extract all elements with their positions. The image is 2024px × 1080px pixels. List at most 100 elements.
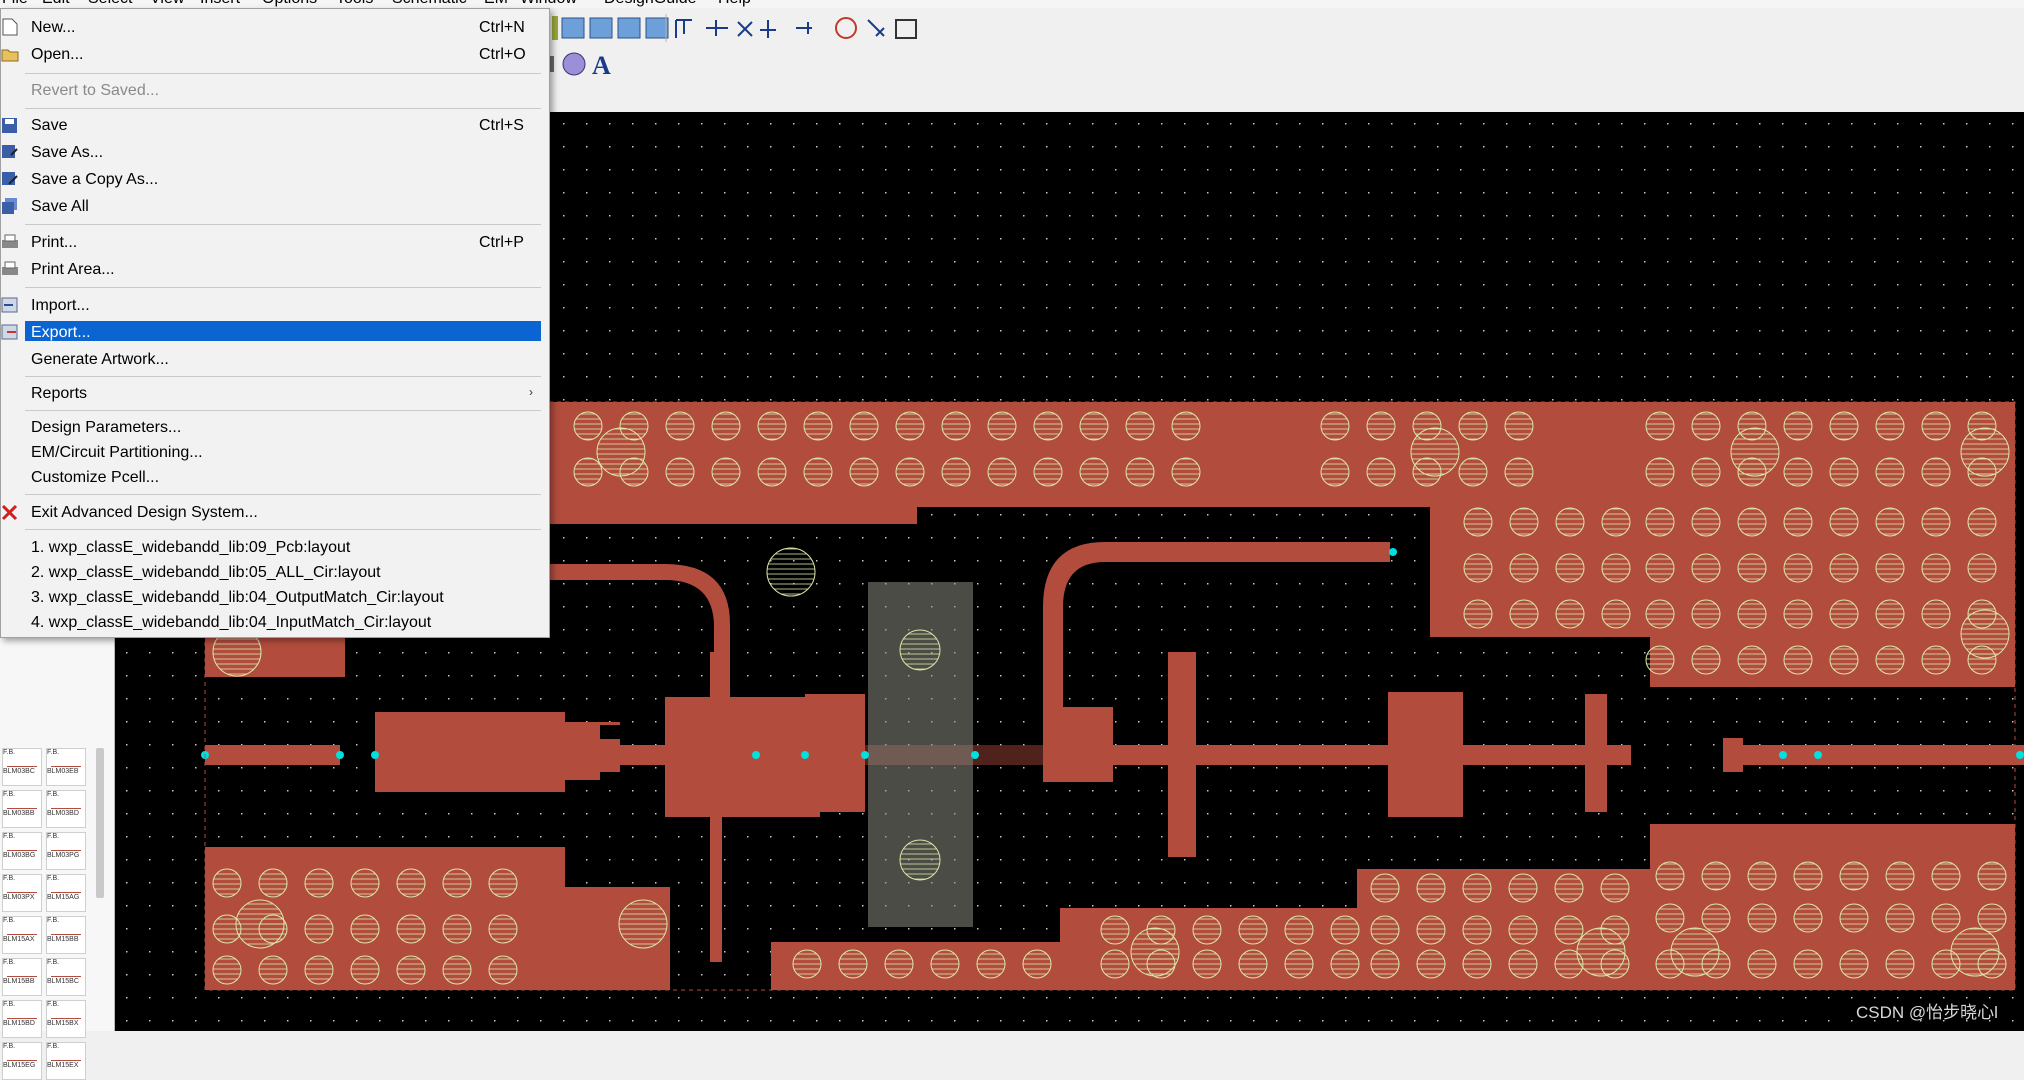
menu-item-open[interactable]: Open... Ctrl+O bbox=[1, 42, 549, 68]
menu-schematic[interactable]: Schematic bbox=[392, 0, 467, 8]
menu-em[interactable]: EM bbox=[484, 0, 508, 8]
library-item-prefix: F.B. bbox=[3, 917, 16, 924]
via-hole bbox=[1783, 553, 1813, 583]
text-tool-icon[interactable]: A bbox=[592, 51, 611, 80]
menu-insert[interactable]: Insert bbox=[200, 0, 240, 8]
menu-item-save-as[interactable]: Save As... bbox=[1, 140, 549, 166]
menu-item-recent-2[interactable]: 2. wxp_classE_widebandd_lib:05_ALL_Cir:l… bbox=[1, 560, 549, 586]
via-hole bbox=[1691, 411, 1721, 441]
library-item-symbol-icon bbox=[51, 800, 81, 809]
menu-item-design-parameters[interactable]: Design Parameters... bbox=[1, 415, 549, 441]
menu-item-reports[interactable]: Reports › bbox=[1, 381, 549, 407]
library-item[interactable]: F.B. BLM15AG bbox=[46, 874, 86, 912]
library-scrollbar[interactable] bbox=[96, 748, 104, 898]
library-item-symbol-icon bbox=[7, 758, 37, 767]
menu-item-save-copy[interactable]: Save a Copy As... bbox=[1, 167, 549, 193]
import-icon bbox=[1, 297, 18, 313]
menu-item-save[interactable]: Save Ctrl+S bbox=[1, 113, 549, 139]
library-item-symbol-icon bbox=[51, 758, 81, 767]
library-item[interactable]: F.B. BLM15EG bbox=[2, 1042, 42, 1080]
library-item[interactable]: F.B. BLM03BB bbox=[2, 790, 42, 828]
menu-item-label: EM/Circuit Partitioning... bbox=[31, 444, 203, 461]
menu-item-import[interactable]: Import... bbox=[1, 293, 549, 319]
menu-item-em-partitioning[interactable]: EM/Circuit Partitioning... bbox=[1, 440, 549, 466]
library-item[interactable]: F.B. BLM15AX bbox=[2, 916, 42, 954]
via-hole bbox=[711, 411, 741, 441]
via-hole bbox=[1508, 873, 1538, 903]
via-hole bbox=[1100, 915, 1130, 945]
via-hole bbox=[976, 949, 1006, 979]
via-hole bbox=[1670, 927, 1720, 977]
library-item-symbol-icon bbox=[7, 968, 37, 977]
via-hole bbox=[1691, 645, 1721, 675]
library-item[interactable]: F.B. BLM03BC bbox=[2, 748, 42, 786]
library-item[interactable]: F.B. BLM15BD bbox=[2, 1000, 42, 1038]
library-item[interactable]: F.B. BLM15BX bbox=[46, 1000, 86, 1038]
via-hole bbox=[1829, 599, 1859, 629]
via-hole bbox=[1701, 861, 1731, 891]
library-item-label: BLM03BB bbox=[3, 810, 35, 817]
library-item[interactable]: F.B. BLM03BD bbox=[46, 790, 86, 828]
menu-item-new[interactable]: New... Ctrl+N bbox=[1, 15, 549, 41]
menu-file[interactable]: File bbox=[2, 0, 28, 8]
print-area-icon bbox=[2, 261, 18, 275]
library-item[interactable]: F.B. BLM03PG bbox=[46, 832, 86, 870]
menu-item-recent-3[interactable]: 3. wxp_classE_widebandd_lib:04_OutputMat… bbox=[1, 585, 549, 611]
library-item[interactable]: F.B. BLM03BG bbox=[2, 832, 42, 870]
via-hole bbox=[442, 914, 472, 944]
via-hole bbox=[1284, 949, 1314, 979]
via-hole bbox=[396, 955, 426, 985]
library-item[interactable]: F.B. BLM15EX bbox=[46, 1042, 86, 1080]
menu-window[interactable]: Window bbox=[520, 0, 577, 8]
library-item-symbol-icon bbox=[51, 968, 81, 977]
via-hole bbox=[757, 411, 787, 441]
via-hole bbox=[1555, 599, 1585, 629]
library-item-symbol-icon bbox=[51, 1052, 81, 1061]
via-hole bbox=[1875, 553, 1905, 583]
via-hole bbox=[1645, 599, 1675, 629]
via-hole bbox=[1793, 903, 1823, 933]
via-hole bbox=[304, 914, 334, 944]
menu-item-export[interactable]: Export... bbox=[1, 320, 549, 346]
menu-view[interactable]: View bbox=[150, 0, 184, 8]
library-item[interactable]: F.B. BLM15BC bbox=[46, 958, 86, 996]
library-item-label: BLM15BC bbox=[47, 978, 79, 985]
toolbar-icon-group-2[interactable] bbox=[675, 17, 917, 39]
menu-item-label: New... bbox=[31, 19, 76, 36]
menu-designguide[interactable]: DesignGuide bbox=[604, 0, 697, 8]
menu-options[interactable]: Options bbox=[262, 0, 317, 8]
via-hole bbox=[1366, 411, 1396, 441]
menu-item-exit[interactable]: Exit Advanced Design System... bbox=[1, 500, 549, 526]
menu-item-recent-1[interactable]: 1. wxp_classE_widebandd_lib:09_Pcb:layou… bbox=[1, 535, 549, 561]
library-item[interactable]: F.B. BLM15BB bbox=[2, 958, 42, 996]
via-hole bbox=[573, 457, 603, 487]
via-hole bbox=[1125, 411, 1155, 441]
library-item[interactable]: F.B. BLM03PX bbox=[2, 874, 42, 912]
menu-item-generate-artwork[interactable]: Generate Artwork... bbox=[1, 347, 549, 373]
via-hole bbox=[987, 411, 1017, 441]
menu-select[interactable]: Select bbox=[88, 0, 132, 8]
circle-tool-icon[interactable] bbox=[562, 52, 586, 76]
toolbar-icon-group-1[interactable] bbox=[552, 16, 669, 40]
via-hole bbox=[1645, 553, 1675, 583]
menu-separator bbox=[25, 410, 541, 411]
via-hole bbox=[1416, 949, 1446, 979]
library-item-prefix: F.B. bbox=[47, 917, 60, 924]
library-item[interactable]: F.B. BLM15BB bbox=[46, 916, 86, 954]
menu-item-save-all[interactable]: Save All bbox=[1, 194, 549, 220]
menu-separator bbox=[25, 494, 541, 495]
menu-tools[interactable]: Tools bbox=[336, 0, 373, 8]
via-hole bbox=[1747, 861, 1777, 891]
menu-item-print[interactable]: Print... Ctrl+P bbox=[1, 230, 549, 256]
menu-edit[interactable]: Edit bbox=[42, 0, 70, 8]
menu-separator bbox=[25, 529, 541, 530]
via-hole bbox=[1655, 861, 1685, 891]
library-item[interactable]: F.B. BLM03EB bbox=[46, 748, 86, 786]
menu-item-print-area[interactable]: Print Area... bbox=[1, 257, 549, 283]
menu-help[interactable]: Help bbox=[718, 0, 751, 8]
menu-item-recent-4[interactable]: 4. wxp_classE_widebandd_lib:04_InputMatc… bbox=[1, 610, 549, 636]
menu-item-customize-pcell[interactable]: Customize Pcell... bbox=[1, 465, 549, 491]
via-hole bbox=[304, 955, 334, 985]
menu-item-shortcut: Ctrl+P bbox=[479, 234, 524, 251]
menu-separator bbox=[25, 108, 541, 109]
